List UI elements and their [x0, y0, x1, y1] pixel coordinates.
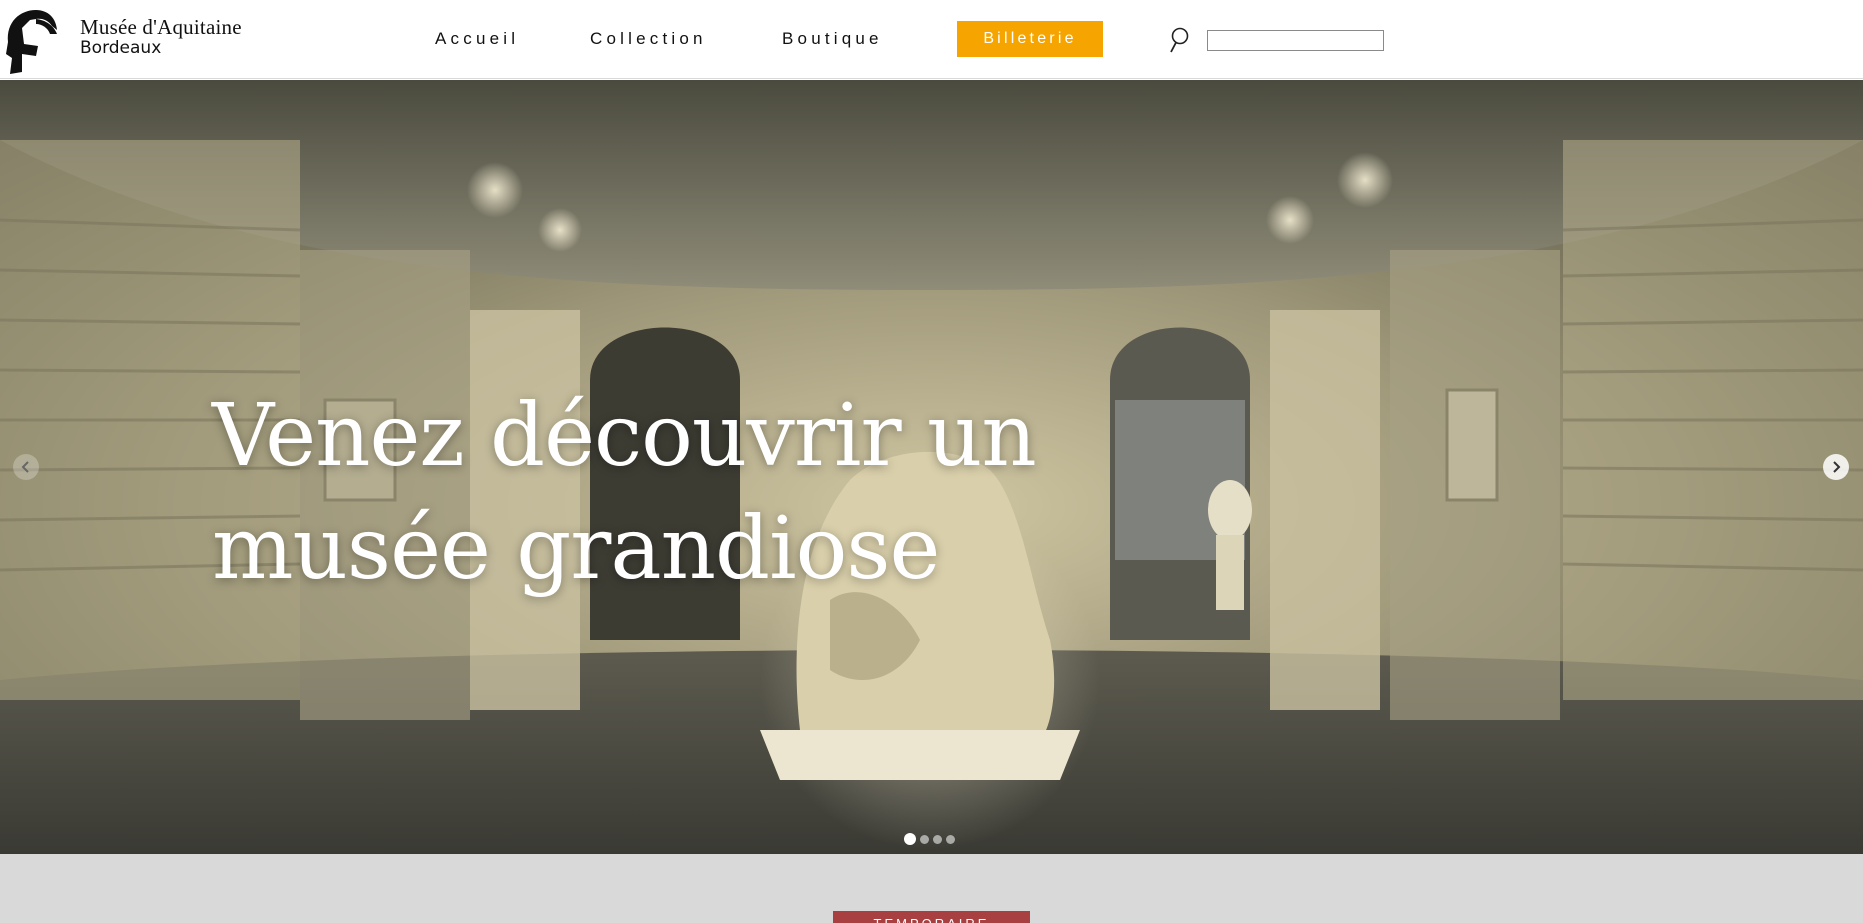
hero-title-line2: musée grandiose — [212, 499, 940, 599]
carousel-next-button[interactable] — [1823, 454, 1849, 480]
chevron-right-icon — [1833, 461, 1841, 473]
carousel-dot[interactable] — [904, 833, 916, 845]
category-badge[interactable]: TEMPORAIRE — [833, 911, 1030, 923]
billeterie-button[interactable]: Billeterie — [957, 21, 1103, 57]
carousel-dot[interactable] — [920, 834, 929, 844]
content-section: TEMPORAIRE — [0, 854, 1863, 923]
brand-name[interactable]: Musée d'Aquitaine Bordeaux — [80, 17, 242, 57]
site-header: Musée d'Aquitaine Bordeaux Accueil Colle… — [0, 0, 1863, 79]
search-input[interactable] — [1207, 30, 1384, 51]
chevron-left-icon — [21, 461, 29, 473]
hero-carousel: Venez découvrir un musée grandiose — [0, 80, 1863, 854]
hero-title-line1: Venez découvrir un — [212, 386, 1037, 486]
carousel-indicators — [904, 833, 955, 845]
search-icon[interactable] — [1168, 26, 1190, 54]
brand-city: Bordeaux — [80, 38, 162, 58]
hero-title: Venez découvrir un musée grandiose — [212, 380, 1212, 606]
brand-title: Musée d'Aquitaine — [80, 15, 242, 39]
nav-boutique[interactable]: Boutique — [782, 29, 883, 49]
nav-accueil[interactable]: Accueil — [435, 29, 519, 49]
spartan-helmet-logo[interactable] — [0, 4, 60, 76]
nav-collection[interactable]: Collection — [590, 29, 707, 49]
carousel-dot[interactable] — [933, 834, 942, 844]
carousel-dot[interactable] — [946, 834, 955, 844]
carousel-prev-button[interactable] — [13, 454, 39, 480]
